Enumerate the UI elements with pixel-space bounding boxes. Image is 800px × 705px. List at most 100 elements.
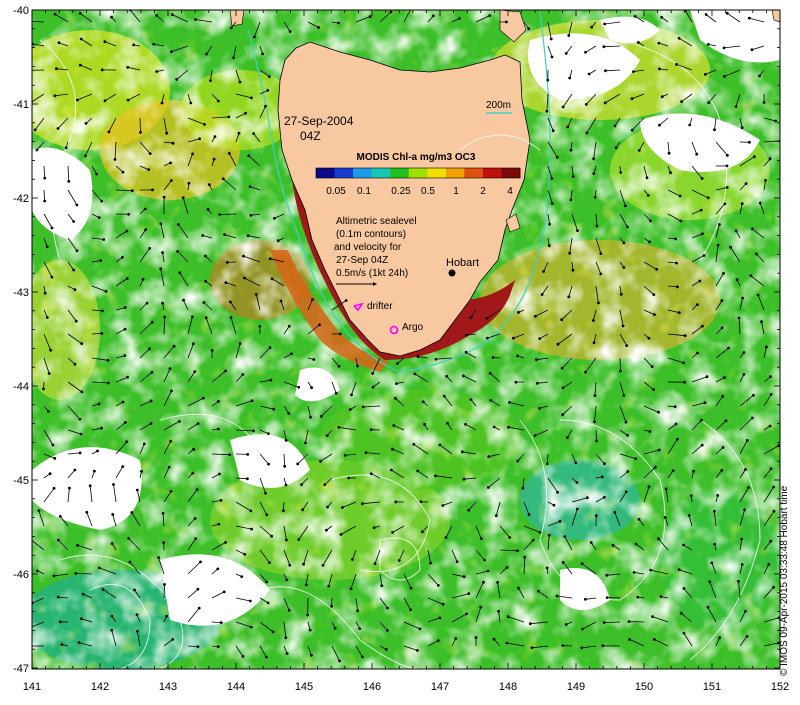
velocity-arrow-head bbox=[489, 399, 492, 402]
velocity-arrow-head bbox=[590, 541, 593, 544]
velocity-arrow-head bbox=[338, 365, 341, 368]
velocity-arrow-head bbox=[596, 225, 599, 228]
velocity-arrow-head bbox=[194, 18, 197, 21]
velocity-arrow-head bbox=[394, 397, 397, 400]
velocity-arrow-head bbox=[506, 642, 509, 645]
velocity-arrow-head bbox=[767, 563, 770, 566]
velocity-arrow-head bbox=[695, 153, 698, 156]
velocity-arrow-head bbox=[600, 252, 603, 255]
velocity-arrow-head bbox=[239, 342, 242, 345]
velocity-arrow-head bbox=[330, 605, 333, 608]
velocity-arrow-head bbox=[285, 578, 288, 581]
y-tick-label: -44 bbox=[13, 381, 29, 393]
velocity-arrow-head bbox=[194, 517, 197, 520]
isobath-key-label: 200m bbox=[486, 100, 511, 111]
king-island bbox=[230, 10, 244, 26]
velocity-arrow-head bbox=[34, 129, 37, 132]
velocity-arrow-head bbox=[648, 430, 651, 433]
velocity-arrow-head bbox=[467, 592, 470, 595]
velocity-arrow-head bbox=[370, 472, 373, 475]
velocity-arrow-head bbox=[130, 511, 133, 514]
velocity-arrow-head bbox=[603, 462, 606, 465]
velocity-arrow-head bbox=[680, 100, 683, 103]
velocity-arrow-head bbox=[713, 510, 716, 513]
velocity-arrow-head bbox=[740, 538, 743, 541]
velocity-arrow-head bbox=[84, 154, 87, 157]
velocity-arrow-head bbox=[648, 241, 651, 244]
velocity-arrow-head bbox=[224, 370, 227, 373]
velocity-arrow-head bbox=[192, 342, 195, 345]
velocity-arrow-head bbox=[230, 316, 233, 319]
velocity-arrow-head bbox=[162, 512, 165, 515]
velocity-arrow-head bbox=[435, 358, 438, 361]
velocity-arrow-head bbox=[707, 43, 710, 46]
velocity-arrow-head bbox=[601, 476, 604, 479]
velocity-arrow-head bbox=[541, 293, 544, 296]
velocity-arrow-head bbox=[95, 173, 98, 176]
velocity-arrow-head bbox=[420, 500, 423, 503]
velocity-arrow-head bbox=[268, 75, 271, 78]
velocity-arrow-head bbox=[198, 137, 201, 140]
velocity-arrow-head bbox=[49, 349, 52, 352]
velocity-arrow-head bbox=[126, 376, 129, 379]
velocity-arrow-head bbox=[675, 262, 678, 265]
colorbar-swatch bbox=[409, 168, 428, 178]
velocity-arrow-head bbox=[676, 438, 679, 441]
velocity-arrow-head bbox=[774, 120, 777, 123]
velocity-arrow-head bbox=[542, 270, 545, 273]
velocity-arrow-head bbox=[698, 280, 701, 283]
velocity-arrow-head bbox=[277, 239, 280, 242]
velocity-arrow-head bbox=[171, 638, 174, 641]
colorbar-swatch bbox=[390, 168, 409, 178]
velocity-arrow-head bbox=[674, 238, 677, 241]
velocity-arrow-head bbox=[653, 638, 656, 641]
velocity-arrow-head bbox=[585, 103, 588, 106]
velocity-arrow-head bbox=[188, 182, 191, 185]
velocity-arrow-head bbox=[527, 27, 530, 30]
velocity-arrow-head bbox=[678, 37, 681, 40]
velocity-arrow-head bbox=[445, 375, 448, 378]
velocity-arrow-head bbox=[96, 450, 99, 453]
velocity-arrow-head bbox=[769, 540, 772, 543]
velocity-arrow-head bbox=[152, 43, 155, 46]
velocity-arrow-head bbox=[462, 375, 465, 378]
velocity-arrow-head bbox=[726, 186, 729, 189]
velocity-arrow-head bbox=[759, 202, 762, 205]
velocity-arrow-head bbox=[216, 568, 219, 571]
velocity-arrow-head bbox=[269, 379, 272, 382]
velocity-arrow-head bbox=[170, 390, 173, 393]
velocity-arrow-head bbox=[253, 36, 256, 39]
colorbar-swatch bbox=[464, 168, 483, 178]
velocity-arrow-head bbox=[149, 152, 152, 155]
velocity-arrow-head bbox=[337, 22, 340, 25]
velocity-arrow-head bbox=[665, 488, 668, 491]
velocity-arrow-head bbox=[358, 627, 361, 630]
velocity-arrow-head bbox=[309, 629, 312, 632]
velocity-arrow-head bbox=[456, 560, 459, 563]
velocity-arrow-head bbox=[284, 636, 287, 639]
velocity-arrow-head bbox=[625, 490, 628, 493]
velocity-arrow-head bbox=[563, 535, 566, 538]
velocity-arrow-head bbox=[390, 469, 393, 472]
velocity-arrow-head bbox=[340, 533, 343, 536]
velocity-arrow-head bbox=[560, 318, 563, 321]
velocity-arrow-head bbox=[722, 446, 725, 449]
velocity-arrow-head bbox=[721, 299, 724, 302]
velocity-arrow-head bbox=[47, 410, 50, 413]
velocity-arrow-head bbox=[751, 228, 754, 231]
velocity-arrow-head bbox=[283, 465, 286, 468]
altimetry-note-line: 27-Sep 04Z bbox=[336, 255, 388, 266]
velocity-arrow-head bbox=[410, 587, 413, 590]
velocity-arrow-head bbox=[568, 252, 571, 255]
velocity-arrow-head bbox=[53, 575, 56, 578]
chlorophyll-map: 141 142 143 144 145 146 147 148 149 150 … bbox=[0, 0, 800, 700]
velocity-arrow-head bbox=[465, 613, 468, 616]
velocity-arrow-head bbox=[126, 230, 129, 233]
velocity-arrow-head bbox=[625, 344, 628, 347]
velocity-arrow-head bbox=[635, 543, 638, 546]
velocity-arrow-head bbox=[461, 450, 464, 453]
velocity-arrow-head bbox=[464, 423, 467, 426]
velocity-arrow-head bbox=[178, 420, 181, 423]
velocity-arrow-head bbox=[155, 14, 158, 17]
velocity-arrow-head bbox=[386, 607, 389, 610]
